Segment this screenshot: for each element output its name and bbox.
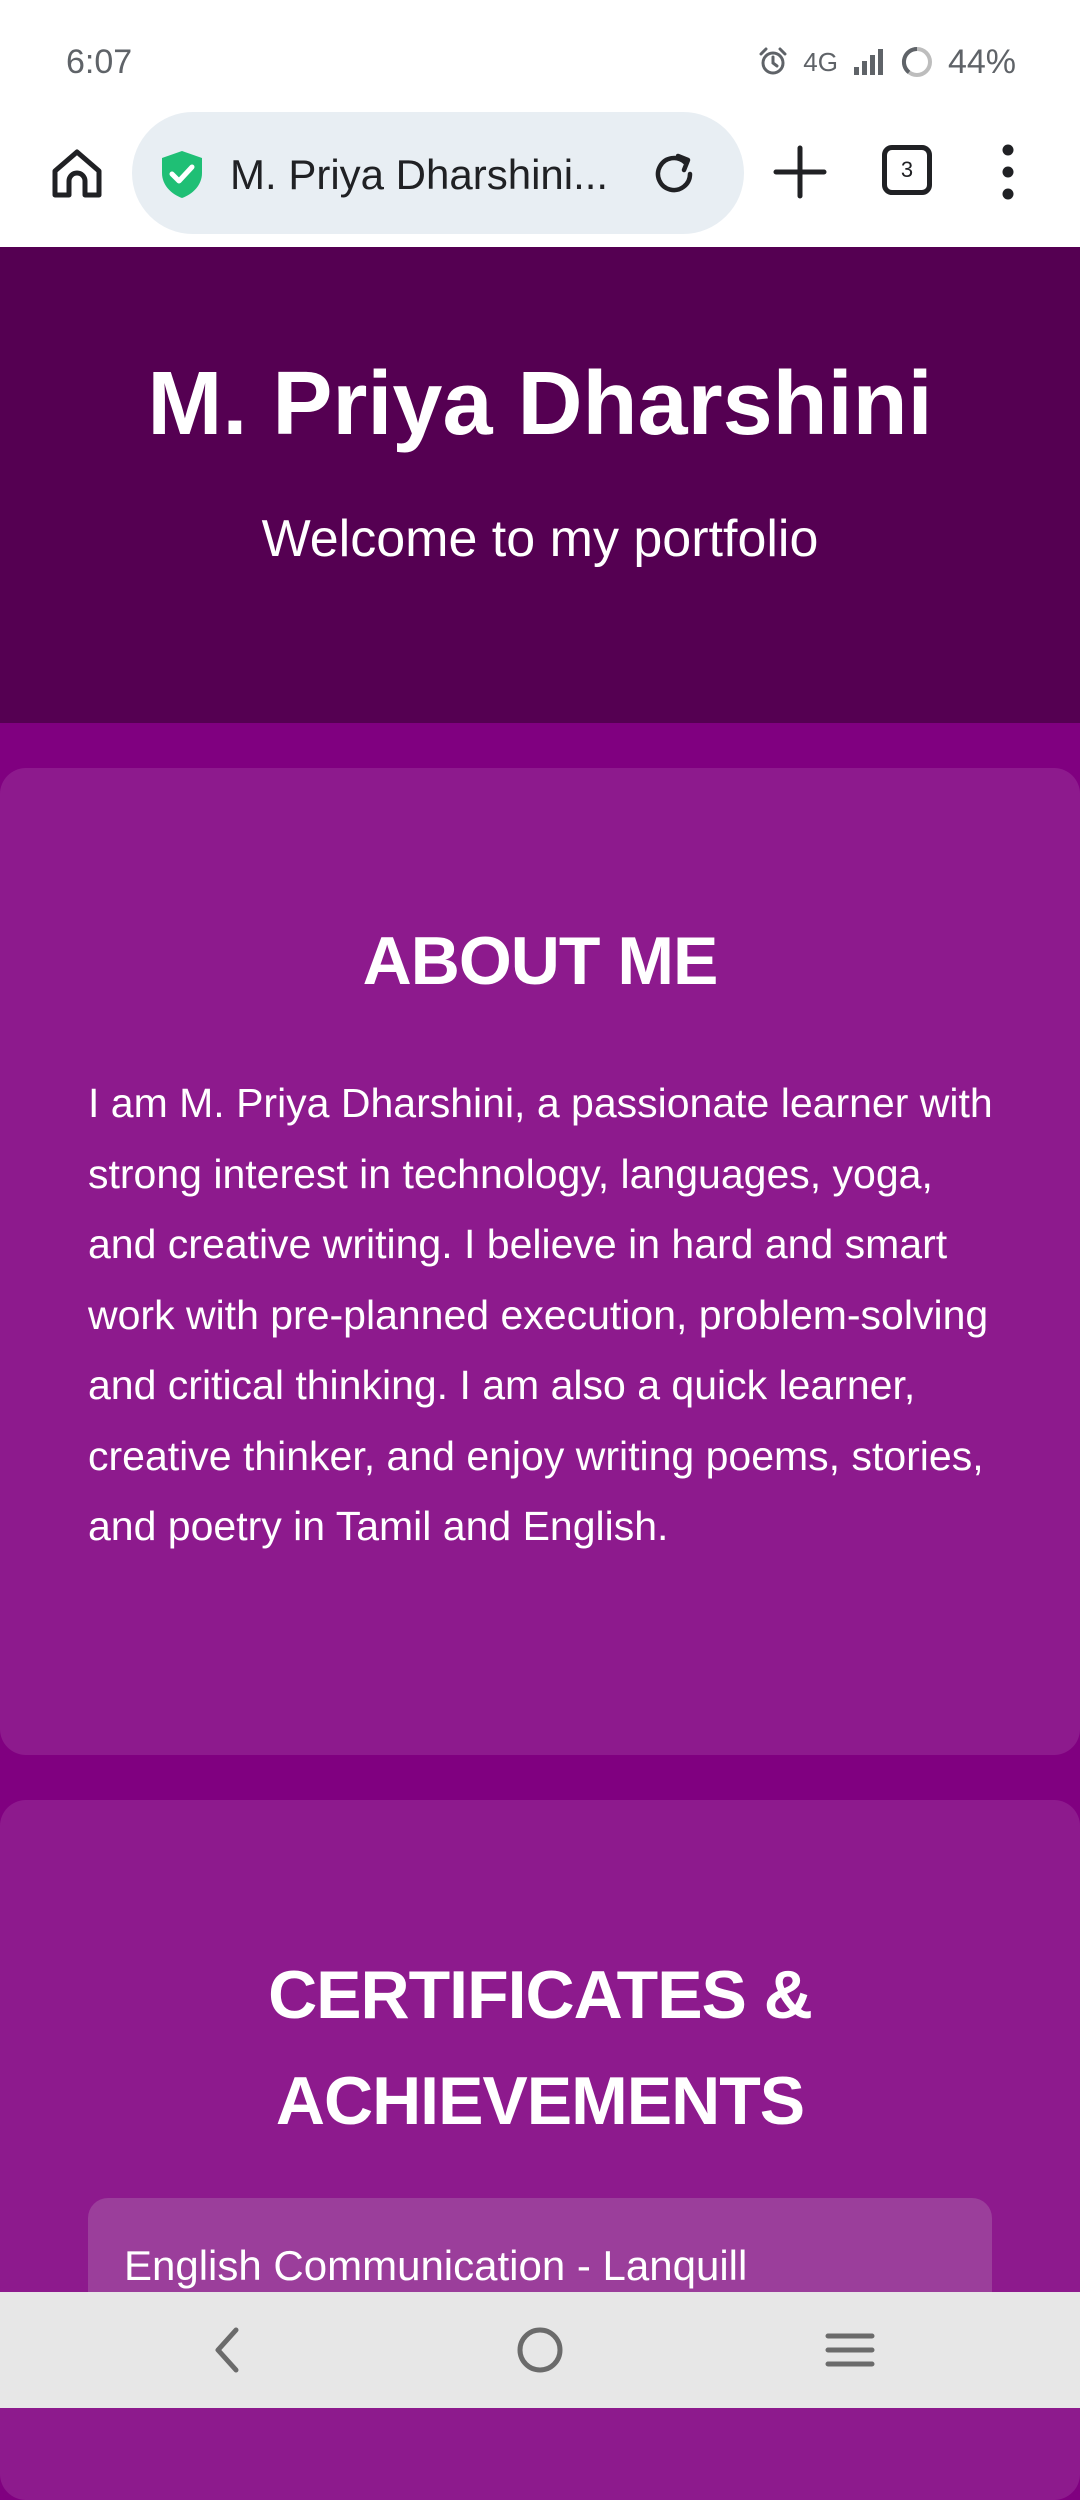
page-title: M. Priya Dharshini xyxy=(147,354,933,454)
battery-percent: 44% xyxy=(947,43,1016,81)
home-circle-icon[interactable] xyxy=(510,2320,570,2380)
tabs-icon[interactable]: 3 xyxy=(882,145,932,195)
browser-toolbar: M. Priya Dharshini... 3 xyxy=(0,110,1080,247)
page-subtitle: Welcome to my portfolio xyxy=(261,510,819,568)
more-vert-icon[interactable] xyxy=(990,140,1026,204)
home-icon xyxy=(52,149,102,198)
page-header: M. Priya Dharshini Welcome to my portfol… xyxy=(0,247,1080,723)
tab-count: 3 xyxy=(900,157,914,182)
address-bar[interactable]: M. Priya Dharshini... xyxy=(132,112,744,234)
certificates-heading: CERTIFICATES & ACHIEVEMENTS xyxy=(268,1957,813,2139)
about-section: ABOUT ME I am M. Priya Dharshini, a pass… xyxy=(0,768,1080,1755)
battery-icon xyxy=(900,45,934,79)
alarm-icon xyxy=(757,46,789,78)
about-text: I am M. Priya Dharshini, a passionate le… xyxy=(88,1080,993,1549)
url-title: M. Priya Dharshini... xyxy=(230,151,609,198)
reload-icon[interactable] xyxy=(648,148,700,200)
home-button[interactable] xyxy=(44,140,110,206)
status-time: 6:07 xyxy=(66,43,133,81)
signal-icon xyxy=(852,47,886,77)
certificate-item-text: English Communication - Lanquill xyxy=(124,2242,748,2289)
back-icon[interactable] xyxy=(198,2320,258,2380)
plus-icon[interactable] xyxy=(768,140,832,204)
network-type: 4G xyxy=(803,47,838,77)
status-bar: 6:07 4G 44% xyxy=(0,0,1080,110)
status-icons: 4G 44% xyxy=(757,40,1016,84)
navigation-bar xyxy=(0,2292,1080,2408)
shield-check-icon xyxy=(162,151,202,198)
recents-icon[interactable] xyxy=(820,2320,880,2380)
about-heading: ABOUT ME xyxy=(362,923,719,999)
